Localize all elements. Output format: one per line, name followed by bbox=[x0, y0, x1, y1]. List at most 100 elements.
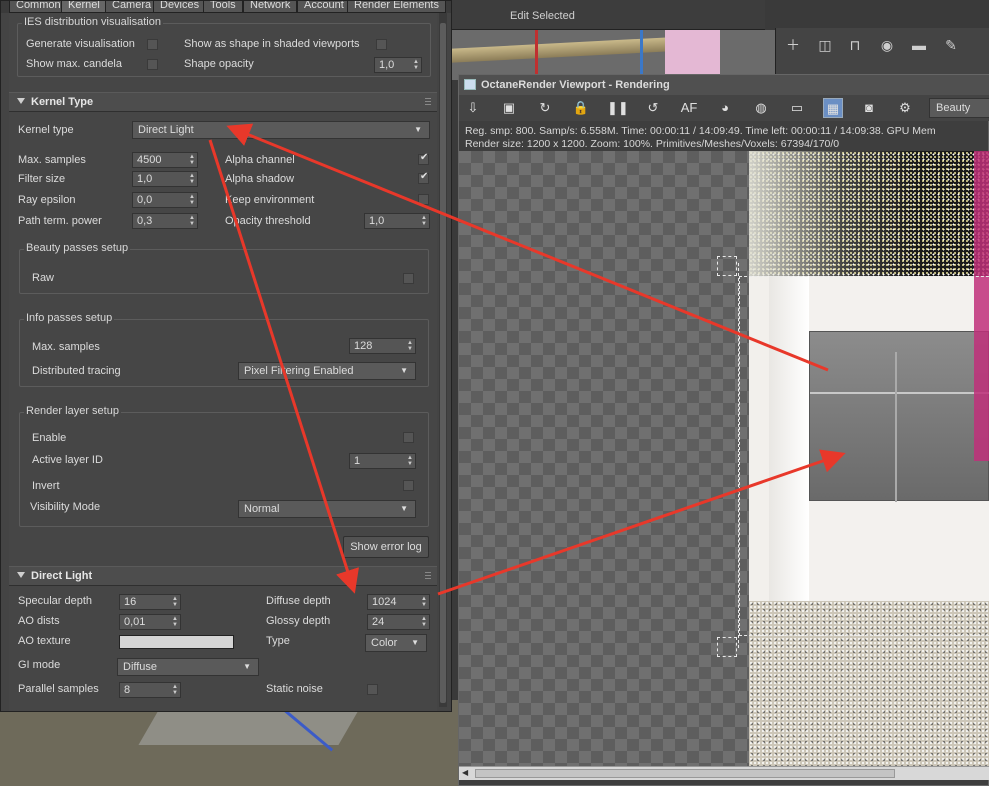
spinner-arrows-icon[interactable]: ▲ ▼ bbox=[189, 215, 195, 227]
octane-horizontal-scrollbar[interactable]: ◀ bbox=[459, 766, 989, 780]
tab-kernel[interactable]: Kernel bbox=[61, 1, 107, 13]
max-samples-label: Max. samples bbox=[18, 154, 86, 166]
render-noise-top bbox=[749, 151, 989, 276]
pause-icon[interactable]: ❚❚ bbox=[607, 98, 629, 118]
alpha-channel-checkbox[interactable] bbox=[418, 152, 429, 165]
export-icon[interactable]: ▣ bbox=[499, 98, 519, 118]
tab-network[interactable]: Network bbox=[243, 1, 298, 13]
spinner-arrows-icon[interactable]: ▲ ▼ bbox=[172, 616, 178, 628]
render-pass-select[interactable]: Beauty bbox=[929, 98, 989, 118]
specular-depth-spinner[interactable]: 16 ▲ ▼ bbox=[119, 594, 181, 610]
ao-dist-spinner[interactable]: 0,01 ▲ ▼ bbox=[119, 614, 181, 630]
kernel-type-dropdown[interactable]: Direct Light ▼ bbox=[132, 121, 430, 139]
octane-title-bar[interactable]: OctaneRender Viewport - Rendering bbox=[459, 75, 989, 95]
show-error-log-button[interactable]: Show error log bbox=[343, 536, 429, 558]
specular-depth-value: 16 bbox=[124, 596, 137, 608]
kernel-type-rollout[interactable]: Kernel Type bbox=[9, 92, 437, 112]
restart-render-icon[interactable]: ↻ bbox=[535, 98, 555, 118]
kernel-type-rollout-title: Kernel Type bbox=[31, 96, 94, 108]
modify-icon[interactable]: ◫ bbox=[814, 35, 836, 55]
show-shape-checkbox[interactable] bbox=[376, 39, 387, 50]
parallel-samples-spinner[interactable]: 8 ▲ ▼ bbox=[119, 682, 181, 698]
tab-camera[interactable]: Camera bbox=[105, 1, 159, 13]
ao-type-dropdown[interactable]: Color ▼ bbox=[365, 634, 427, 652]
scroll-left-icon[interactable]: ◀ bbox=[462, 768, 468, 777]
gi-mode-dropdown[interactable]: Diffuse ▼ bbox=[117, 658, 259, 676]
distributed-tracing-dropdown[interactable]: Pixel Filtering Enabled ▼ bbox=[238, 362, 416, 380]
raw-checkbox[interactable] bbox=[403, 273, 414, 284]
edit-selected-label[interactable]: Edit Selected bbox=[510, 10, 575, 22]
settings-scrollbar[interactable] bbox=[439, 13, 447, 707]
raw-label: Raw bbox=[32, 272, 55, 284]
display-icon[interactable]: ▬ bbox=[908, 35, 930, 55]
octane-viewport-window: OctaneRender Viewport - Rendering ⇩ ▣ ↻ … bbox=[458, 74, 989, 786]
tab-common[interactable]: Common bbox=[9, 1, 68, 13]
spinner-arrows-icon[interactable]: ▲ ▼ bbox=[172, 596, 178, 608]
max-samples-spinner[interactable]: 4500 ▲ ▼ bbox=[132, 152, 198, 168]
active-layer-id-spinner[interactable]: 1 ▲ ▼ bbox=[349, 453, 416, 469]
region-handle-bottom-left[interactable] bbox=[717, 637, 737, 657]
keep-environment-label: Keep environment bbox=[225, 194, 315, 206]
max-viewport-top[interactable] bbox=[450, 30, 775, 80]
spinner-arrows-icon[interactable]: ▲ ▼ bbox=[407, 455, 413, 467]
diffuse-depth-spinner[interactable]: 1024 ▲ ▼ bbox=[367, 594, 430, 610]
lock-icon[interactable]: 🔒 bbox=[571, 98, 591, 118]
path-term-power-spinner[interactable]: 0,3 ▲ ▼ bbox=[132, 213, 198, 229]
spinner-arrows-icon[interactable]: ▲ ▼ bbox=[421, 215, 427, 227]
tab-render-elements[interactable]: Render Elements bbox=[347, 1, 446, 13]
distributed-tracing-value: Pixel Filtering Enabled bbox=[244, 365, 354, 377]
region-render-icon[interactable]: ▦ bbox=[823, 98, 843, 118]
utilities-icon[interactable]: ✎ bbox=[940, 35, 962, 55]
window-icon bbox=[464, 79, 476, 90]
spinner-arrows-icon[interactable]: ▲ ▼ bbox=[407, 340, 413, 352]
opacity-threshold-value: 1,0 bbox=[369, 215, 385, 227]
auto-focus-icon[interactable]: AF bbox=[679, 98, 699, 118]
ao-texture-swatch[interactable] bbox=[119, 635, 234, 649]
alpha-shadow-checkbox[interactable] bbox=[418, 171, 429, 184]
scene-pink-object bbox=[665, 30, 720, 80]
spinner-arrows-icon[interactable]: ▲ ▼ bbox=[421, 616, 427, 628]
beauty-passes-group: Beauty passes setup bbox=[19, 242, 429, 294]
hierarchy-icon[interactable]: ⊓ bbox=[844, 35, 866, 55]
spinner-arrows-icon[interactable]: ▲ ▼ bbox=[172, 684, 178, 696]
render-canvas[interactable] bbox=[459, 151, 989, 766]
display-icon[interactable]: ▭ bbox=[787, 98, 807, 118]
motion-icon[interactable]: ◉ bbox=[876, 35, 898, 55]
glossy-depth-spinner[interactable]: 24 ▲ ▼ bbox=[367, 614, 430, 630]
layer-invert-checkbox[interactable] bbox=[403, 480, 414, 491]
info-max-samples-spinner[interactable]: 128 ▲ ▼ bbox=[349, 338, 416, 354]
tab-account[interactable]: Account bbox=[297, 1, 351, 13]
ray-epsilon-spinner[interactable]: 0,0 ▲ ▼ bbox=[132, 192, 198, 208]
create-icon[interactable]: ＋ bbox=[782, 35, 804, 55]
scrollbar-thumb[interactable] bbox=[475, 769, 895, 778]
visibility-mode-dropdown[interactable]: Normal ▼ bbox=[238, 500, 416, 518]
settings-gear-icon[interactable]: ⚙ bbox=[895, 98, 915, 118]
show-max-candela-checkbox[interactable] bbox=[147, 59, 158, 70]
send-scene-icon[interactable]: ⇩ bbox=[463, 98, 483, 118]
generate-vis-checkbox[interactable] bbox=[147, 39, 158, 50]
camera-icon[interactable]: ◙ bbox=[859, 98, 879, 118]
spinner-arrows-icon[interactable]: ▲ ▼ bbox=[413, 59, 419, 71]
direct-light-rollout[interactable]: Direct Light bbox=[9, 566, 437, 586]
scrollbar-thumb[interactable] bbox=[440, 23, 446, 703]
keep-environment-checkbox[interactable] bbox=[418, 194, 429, 205]
spinner-arrows-icon[interactable]: ▲ ▼ bbox=[189, 173, 195, 185]
tab-devices[interactable]: Devices bbox=[153, 1, 207, 13]
clay-mode-icon[interactable]: ◍ bbox=[751, 98, 771, 118]
static-noise-checkbox[interactable] bbox=[367, 684, 378, 695]
collapse-triangle-icon bbox=[17, 98, 25, 104]
filter-size-spinner[interactable]: 1,0 ▲ ▼ bbox=[132, 171, 198, 187]
opacity-threshold-spinner[interactable]: 1,0 ▲ ▼ bbox=[364, 213, 430, 229]
color-picker-icon[interactable]: ◕ bbox=[715, 98, 735, 118]
max-viewport-bottom[interactable] bbox=[0, 700, 460, 786]
layer-enable-checkbox[interactable] bbox=[403, 432, 414, 443]
spinner-arrows-icon[interactable]: ▲ ▼ bbox=[189, 154, 195, 166]
shape-opacity-spinner[interactable]: 1,0 ▲ ▼ bbox=[374, 57, 422, 73]
reset-icon[interactable]: ↺ bbox=[643, 98, 663, 118]
render-region-box[interactable] bbox=[739, 276, 989, 636]
region-handle-top-left[interactable] bbox=[717, 256, 737, 276]
visibility-mode-label: Visibility Mode bbox=[30, 501, 101, 513]
spinner-arrows-icon[interactable]: ▲ ▼ bbox=[189, 194, 195, 206]
tab-tools[interactable]: Tools bbox=[203, 1, 243, 13]
spinner-arrows-icon[interactable]: ▲ ▼ bbox=[421, 596, 427, 608]
